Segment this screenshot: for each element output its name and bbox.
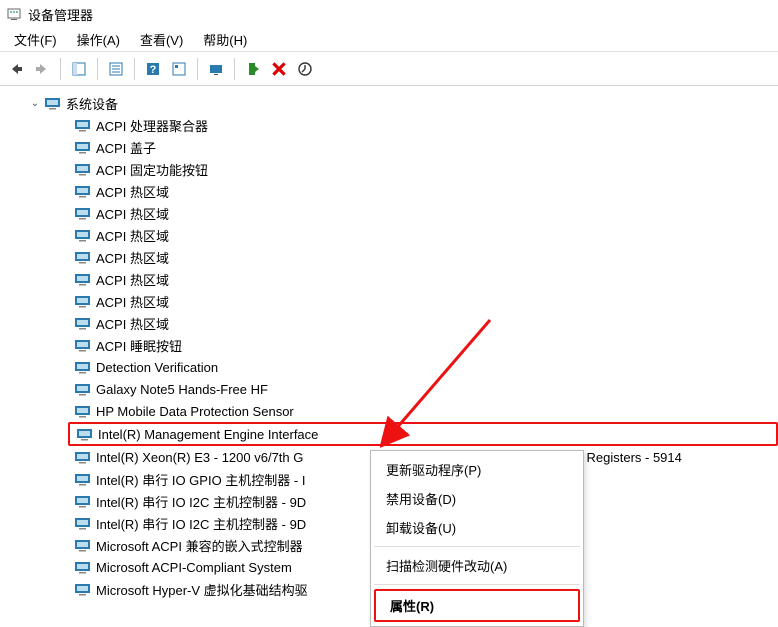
device-icon <box>74 359 92 375</box>
device-icon <box>74 581 92 597</box>
toolbar-separator <box>197 58 198 80</box>
device-icon <box>74 515 92 531</box>
menu-help[interactable]: 帮助(H) <box>193 28 257 51</box>
context-menu: 更新驱动程序(P) 禁用设备(D) 卸载设备(U) 扫描检测硬件改动(A) 属性… <box>370 450 584 627</box>
tree-item[interactable]: Galaxy Note5 Hands-Free HF <box>68 378 778 400</box>
tree-item-label: ACPI 睡眠按钮 <box>96 336 182 355</box>
menu-file[interactable]: 文件(F) <box>4 28 67 51</box>
device-icon <box>74 559 92 575</box>
tree-item-label: ACPI 热区域 <box>96 226 169 245</box>
device-icon <box>74 139 92 155</box>
svg-text:?: ? <box>150 64 157 76</box>
tree-item-label: Microsoft ACPI-Compliant System <box>96 560 292 575</box>
tree-item-label: Intel(R) 串行 IO I2C 主机控制器 - 9D <box>96 492 306 511</box>
toolbar-button[interactable] <box>167 57 191 81</box>
menu-view[interactable]: 查看(V) <box>130 28 193 51</box>
tree-item[interactable]: ACPI 热区域 <box>68 290 778 312</box>
tree-item[interactable]: ACPI 热区域 <box>68 246 778 268</box>
device-icon <box>74 205 92 221</box>
context-separator <box>374 584 580 585</box>
tree-item-label: ACPI 热区域 <box>96 182 169 201</box>
tree-item-label: Microsoft ACPI 兼容的嵌入式控制器 <box>96 536 303 555</box>
uninstall-device-button[interactable] <box>267 57 291 81</box>
tree-item[interactable]: ACPI 热区域 <box>68 180 778 202</box>
app-icon <box>6 6 22 22</box>
tree-item-label: Microsoft Hyper-V 虚拟化基础结构驱 <box>96 580 308 599</box>
context-properties[interactable]: 属性(R) <box>374 589 580 622</box>
toolbar-separator <box>134 58 135 80</box>
device-icon <box>74 449 92 465</box>
disable-device-button[interactable] <box>293 57 317 81</box>
properties-button[interactable] <box>104 57 128 81</box>
back-button[interactable] <box>4 57 28 81</box>
tree-item-label: Galaxy Note5 Hands-Free HF <box>96 382 268 397</box>
device-icon <box>74 271 92 287</box>
tree-item[interactable]: ACPI 睡眠按钮 <box>68 334 778 356</box>
tree-category-label: 系统设备 <box>66 94 118 113</box>
toolbar-separator <box>97 58 98 80</box>
tree-category[interactable]: ⌄ 系统设备 <box>24 92 778 114</box>
device-icon <box>74 403 92 419</box>
tree-item-label: Intel(R) 串行 IO I2C 主机控制器 - 9D <box>96 514 306 533</box>
context-uninstall-device[interactable]: 卸载设备(U) <box>372 513 582 542</box>
tree-item-label: ACPI 固定功能按钮 <box>96 160 208 179</box>
window-title: 设备管理器 <box>28 5 93 24</box>
device-icon <box>74 493 92 509</box>
context-scan-hardware[interactable]: 扫描检测硬件改动(A) <box>372 551 582 580</box>
tree-item-label: ACPI 热区域 <box>96 248 169 267</box>
device-icon <box>74 161 92 177</box>
titlebar: 设备管理器 <box>0 0 778 28</box>
device-icon <box>74 471 92 487</box>
tree-item[interactable]: Detection Verification <box>68 356 778 378</box>
show-hide-tree-button[interactable] <box>67 57 91 81</box>
scan-hardware-button[interactable] <box>204 57 228 81</box>
menubar: 文件(F) 操作(A) 查看(V) 帮助(H) <box>0 28 778 52</box>
tree-item[interactable]: ACPI 热区域 <box>68 202 778 224</box>
device-icon <box>74 381 92 397</box>
device-icon <box>74 183 92 199</box>
context-update-driver[interactable]: 更新驱动程序(P) <box>372 455 582 484</box>
menu-action[interactable]: 操作(A) <box>67 28 130 51</box>
toolbar-separator <box>60 58 61 80</box>
device-icon <box>74 227 92 243</box>
device-icon <box>74 249 92 265</box>
tree-item-label: Intel(R) Xeon(R) E3 - 1200 v6/7th G <box>96 450 303 465</box>
tree-item[interactable]: ACPI 处理器聚合器 <box>68 114 778 136</box>
context-separator <box>374 546 580 547</box>
help-button[interactable]: ? <box>141 57 165 81</box>
tree-item[interactable]: ACPI 热区域 <box>68 312 778 334</box>
tree-item-label: ACPI 热区域 <box>96 270 169 289</box>
tree-item-label: ACPI 热区域 <box>96 292 169 311</box>
tree-item-label: ACPI 热区域 <box>96 314 169 333</box>
tree-item[interactable]: Intel(R) Management Engine Interface <box>68 422 778 446</box>
collapse-icon[interactable]: ⌄ <box>28 98 42 109</box>
device-icon <box>76 426 94 442</box>
device-icon <box>74 337 92 353</box>
tree-item-label: HP Mobile Data Protection Sensor <box>96 404 294 419</box>
enable-device-button[interactable] <box>241 57 265 81</box>
tree-item-label: ACPI 盖子 <box>96 138 156 157</box>
tree-item[interactable]: ACPI 盖子 <box>68 136 778 158</box>
forward-button[interactable] <box>30 57 54 81</box>
tree-item-label: ACPI 热区域 <box>96 204 169 223</box>
tree-item-label: ACPI 处理器聚合器 <box>96 116 208 135</box>
device-icon <box>74 315 92 331</box>
toolbar-separator <box>234 58 235 80</box>
device-icon <box>74 537 92 553</box>
tree-item-label: Detection Verification <box>96 360 218 375</box>
tree-item[interactable]: ACPI 热区域 <box>68 224 778 246</box>
tree-item[interactable]: ACPI 热区域 <box>68 268 778 290</box>
toolbar: ? <box>0 52 778 86</box>
tree-item-label: Intel(R) 串行 IO GPIO 主机控制器 - I <box>96 470 305 489</box>
device-icon <box>44 95 62 111</box>
tree-item[interactable]: ACPI 固定功能按钮 <box>68 158 778 180</box>
device-icon <box>74 117 92 133</box>
context-disable-device[interactable]: 禁用设备(D) <box>372 484 582 513</box>
device-icon <box>74 293 92 309</box>
tree-item[interactable]: HP Mobile Data Protection Sensor <box>68 400 778 422</box>
tree-item-label: Intel(R) Management Engine Interface <box>98 427 318 442</box>
